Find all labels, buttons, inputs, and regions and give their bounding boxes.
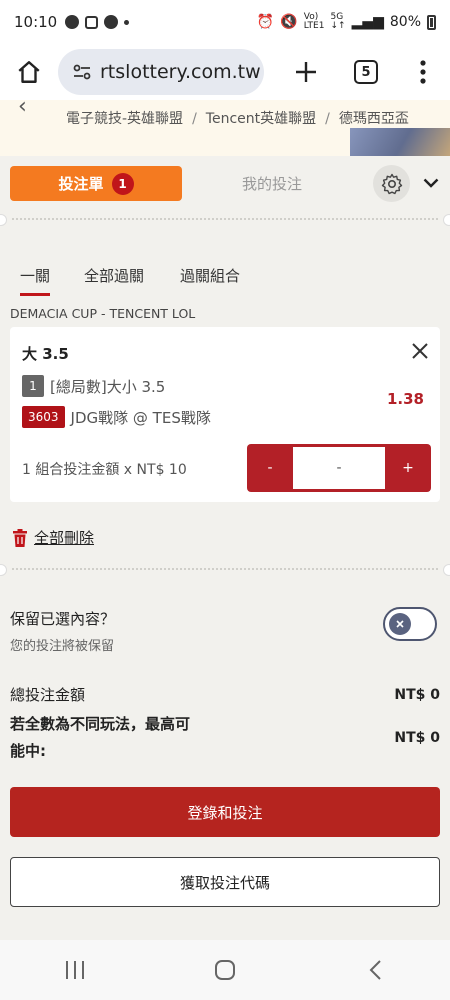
recents-icon (66, 961, 84, 979)
bet-type-tabs: 一關 全部過關 過關組合 (0, 256, 450, 296)
chrome-notification-icon (65, 15, 80, 29)
alarm-icon: ⏰ (256, 14, 275, 30)
trash-icon (13, 528, 27, 547)
home-icon (18, 61, 40, 83)
tab-bet-slip[interactable]: 投注單 1 (10, 166, 182, 201)
bet-card: 大 3.5 1 [總局數]大小 3.5 3603 JDG戰隊 @ TES戰隊 1… (10, 327, 440, 502)
recent-apps-button[interactable] (45, 950, 105, 990)
notification-icons (65, 15, 130, 29)
selection-title: 大 3.5 (22, 345, 69, 363)
stake-stepper: - - + (247, 444, 431, 492)
network-5g-icon: 5G ↓↑ (330, 12, 346, 31)
market-tag: 1 (22, 375, 44, 397)
delete-all-label: 全部刪除 (34, 529, 95, 547)
more-vert-icon (420, 60, 426, 84)
battery-icon (427, 14, 436, 30)
back-chevron-icon[interactable]: ‹ (18, 100, 27, 119)
stake-input[interactable]: - (293, 447, 385, 489)
close-icon (412, 343, 428, 359)
back-icon (369, 960, 381, 980)
league-name: DEMACIA CUP - TENCENT LOL (10, 306, 196, 321)
max-win-value: NT$ 0 (394, 730, 440, 746)
tab-my-bets[interactable]: 我的投注 (212, 166, 332, 201)
signal-icon: ▂▄▆ (351, 14, 384, 30)
total-stake-label: 總投注金額 (10, 686, 86, 704)
stake-decrease-button[interactable]: - (247, 444, 293, 492)
home-circle-icon (215, 960, 235, 980)
market-row: 1 [總局數]大小 3.5 (22, 375, 165, 397)
market-name: [總局數]大小 3.5 (50, 377, 166, 396)
url-text: rtslottery.com.tw (100, 61, 261, 83)
breadcrumb-item[interactable]: 電子競技-英雄聯盟 (66, 111, 183, 127)
max-win-label-line1: 若全數為不同玩法，最高可 (10, 715, 191, 733)
stake-label: 1 組合投注金額 x NT$ 10 (22, 462, 187, 478)
home-nav-button[interactable] (195, 950, 255, 990)
match-row: 3603 JDG戰隊 @ TES戰隊 (22, 406, 211, 428)
tab-bet-slip-label: 投注單 (58, 175, 104, 193)
line-notification-icon (104, 15, 119, 29)
login-and-bet-button[interactable]: 登錄和投注 (10, 787, 440, 837)
bet-slip-panel: 投注單 1 我的投注 一關 全部過關 過關組合 DEMACIA CUP - TE… (0, 156, 450, 940)
settings-button[interactable] (373, 165, 410, 202)
system-icons: ⏰ 🔇 Vo) LTE1 5G ↓↑ ▂▄▆ 80% (257, 13, 436, 31)
clock: 10:10 (14, 13, 58, 31)
retain-toggle[interactable] (383, 607, 437, 641)
delete-all-button[interactable]: 全部刪除 (12, 527, 94, 548)
retain-selection: 保留已選內容？ 您的投注將被保留 (10, 608, 115, 654)
tab-switcher-button[interactable]: 5 (336, 44, 396, 100)
tab-parlay-combo[interactable]: 過關組合 (180, 256, 240, 296)
remove-bet-button[interactable] (408, 339, 432, 363)
retain-subtitle: 您的投注將被保留 (10, 639, 115, 654)
back-nav-button[interactable] (345, 950, 405, 990)
total-stake-row: 總投注金額 NT$ 0 (10, 684, 440, 705)
gear-icon (381, 173, 402, 194)
home-button[interactable] (0, 44, 58, 100)
browser-menu-button[interactable] (396, 44, 450, 100)
retain-title: 保留已選內容？ (10, 610, 116, 628)
battery-percent: 80% (389, 14, 421, 30)
site-settings-icon[interactable] (70, 60, 94, 84)
max-win-row: 若全數為不同玩法，最高可 能中: NT$ 0 (10, 711, 440, 765)
total-stake-value: NT$ 0 (394, 686, 440, 703)
bet-count-badge: 1 (111, 172, 134, 195)
background-page: ‹ 電子競技-英雄聯盟 / Tencent英雄聯盟 / 德瑪西亞盃 (0, 100, 450, 160)
match-name: JDG戰隊 @ TES戰隊 (70, 408, 211, 427)
breadcrumb-item[interactable]: Tencent英雄聯盟 (206, 111, 316, 127)
breadcrumb: 電子競技-英雄聯盟 / Tencent英雄聯盟 / 德瑪西亞盃 (66, 111, 409, 127)
max-win-label: 若全數為不同玩法，最高可 能中: (10, 711, 190, 765)
tab-all-parlay[interactable]: 全部過關 (84, 256, 144, 296)
tab-count: 5 (354, 60, 378, 84)
new-tab-button[interactable] (276, 44, 336, 100)
get-bet-code-button[interactable]: 獲取投注代碼 (10, 857, 440, 907)
perforation-divider (0, 214, 450, 226)
browser-toolbar: rtslottery.com.tw 5 (0, 44, 450, 100)
tab-single[interactable]: 一關 (20, 256, 51, 296)
breadcrumb-item[interactable]: 德瑪西亞盃 (339, 111, 409, 127)
bet-slip-header: 投注單 1 我的投注 (0, 156, 450, 214)
status-bar: 10:10 ⏰ 🔇 Vo) LTE1 5G ↓↑ ▂▄▆ 80% (0, 0, 450, 44)
collapse-button[interactable] (418, 170, 444, 196)
max-win-label-line2: 能中: (10, 742, 46, 760)
mute-icon: 🔇 (280, 14, 298, 30)
odds-value: 1.38 (386, 390, 424, 408)
calendar-notification-icon (85, 15, 99, 29)
address-bar[interactable]: rtslottery.com.tw (58, 49, 264, 95)
match-code-badge: 3603 (22, 406, 65, 428)
perforation-divider (0, 564, 450, 576)
network-type: 5G (330, 12, 344, 22)
more-notifications-dot-icon (124, 19, 130, 25)
stake-increase-button[interactable]: + (385, 444, 431, 492)
plus-icon (296, 62, 316, 82)
toggle-knob-x-icon (389, 613, 411, 635)
chevron-down-icon (423, 178, 439, 188)
system-nav-bar (0, 940, 450, 1000)
totals-section: 總投注金額 NT$ 0 若全數為不同玩法，最高可 能中: NT$ 0 (10, 684, 440, 765)
volte-icon: Vo) LTE1 (303, 12, 325, 31)
